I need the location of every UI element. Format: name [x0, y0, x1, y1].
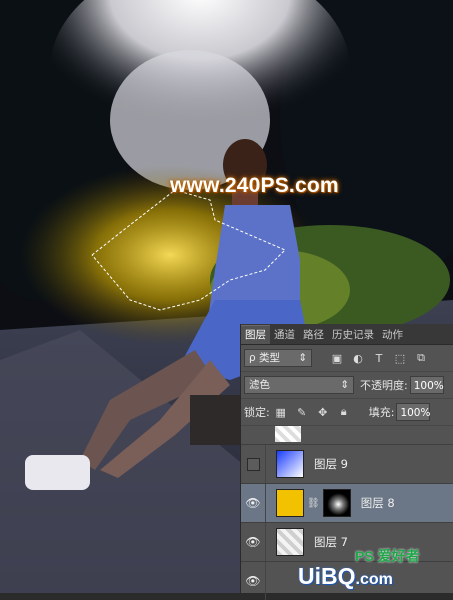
visibility-toggle[interactable]: 👁︎	[241, 484, 266, 522]
visibility-toggle[interactable]: 👁︎	[241, 523, 266, 561]
uibq-suffix: .com	[355, 571, 393, 588]
layer-mask-thumbnail[interactable]	[322, 489, 351, 517]
eye-icon: 👁︎	[245, 535, 261, 549]
stepper-icon: ⇕	[298, 352, 307, 364]
opacity-input[interactable]: 100%	[409, 376, 444, 394]
layer-thumbnail	[276, 528, 304, 556]
fill-label: 填充:	[368, 406, 395, 419]
search-icon: ρ	[249, 352, 256, 364]
blend-mode-value: 滤色	[249, 379, 270, 391]
image-filter-icon[interactable]: ▣	[330, 351, 344, 365]
tab-history[interactable]: 历史记录	[328, 326, 378, 344]
layer-name: 图层 7	[314, 535, 348, 549]
tab-layers[interactable]: 图层	[241, 325, 270, 344]
uibq-brand: UiBQ	[298, 563, 356, 589]
visibility-toggle[interactable]: 👁︎	[241, 562, 266, 600]
smart-object-filter-icon[interactable]: ⧉	[414, 351, 428, 365]
fill-input[interactable]: 100%	[396, 403, 430, 421]
tab-channels[interactable]: 通道	[270, 326, 299, 344]
lock-transparency-icon[interactable]: ▦	[274, 405, 288, 419]
uibq-watermark: UiBQ.com	[298, 563, 393, 590]
tab-actions[interactable]: 动作	[378, 326, 407, 344]
layer-row-partial[interactable]	[241, 422, 453, 445]
type-filter-icon[interactable]: T	[372, 351, 386, 365]
filter-row: ρ 类型 ⇕ ▣ ◐ T ⬚ ⧉	[241, 345, 453, 372]
layer-thumbnail	[275, 426, 301, 442]
link-icon[interactable]: ⛓	[307, 498, 320, 509]
lock-label: 锁定:	[244, 406, 270, 419]
layer-thumbnail	[276, 489, 304, 517]
shape-filter-icon[interactable]: ⬚	[393, 351, 407, 365]
layer-name: 图层 8	[360, 496, 395, 510]
visibility-toggle[interactable]	[241, 445, 266, 483]
layer-name: 图层 9	[314, 457, 348, 471]
layer-row-7[interactable]: 👁︎ 图层 7	[241, 523, 453, 562]
layer-row-9[interactable]: 图层 9	[241, 445, 453, 484]
filter-label: 类型	[259, 352, 281, 364]
layer-thumbnail	[276, 450, 304, 478]
layer-filter-dropdown[interactable]: ρ 类型 ⇕	[244, 349, 312, 367]
panel-tabs: 图层 通道 路径 历史记录 动作	[241, 324, 453, 345]
eye-icon: 👁︎	[245, 496, 261, 510]
tab-paths[interactable]: 路径	[299, 326, 328, 344]
adjustment-filter-icon[interactable]: ◐	[351, 351, 365, 365]
eye-icon: 👁︎	[245, 574, 261, 588]
site-watermark: www.240PS.com	[170, 174, 339, 197]
lock-position-icon[interactable]: ✥	[316, 405, 330, 419]
layers-panel: 图层 通道 路径 历史记录 动作 ρ 类型 ⇕ ▣ ◐ T ⬚ ⧉ 滤色 ⇕ 不…	[240, 324, 453, 600]
layer-row-8[interactable]: 👁︎ ⛓ 图层 8	[241, 484, 453, 523]
opacity-label: 不透明度:	[360, 379, 408, 392]
lock-all-icon[interactable]: 🔒︎	[337, 405, 351, 419]
visibility-off-box	[246, 457, 260, 471]
stepper-icon: ⇕	[340, 379, 349, 391]
blend-mode-dropdown[interactable]: 滤色 ⇕	[244, 376, 354, 394]
blend-row: 滤色 ⇕ 不透明度: 100%	[241, 372, 453, 399]
lock-paint-icon[interactable]: ✎	[295, 405, 309, 419]
